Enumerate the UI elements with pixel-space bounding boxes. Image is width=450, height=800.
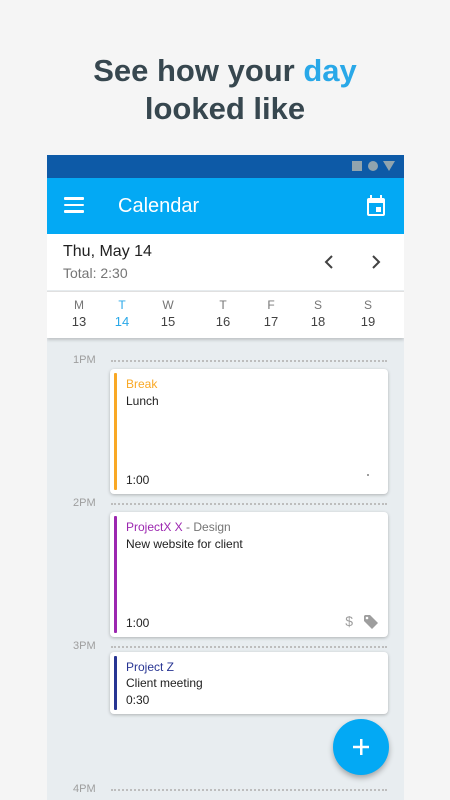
hour-divider	[111, 646, 387, 648]
hour-divider	[111, 789, 387, 791]
home-icon	[368, 161, 378, 171]
time-entry-card[interactable]: ProjectX X - Design New website for clie…	[110, 512, 388, 637]
headline-highlight: day	[303, 53, 357, 88]
week-day[interactable]: T 16	[203, 298, 243, 329]
week-day[interactable]: F 17	[251, 298, 291, 329]
headline-text: See how your	[93, 53, 304, 88]
menu-icon[interactable]	[64, 197, 84, 213]
headline: See how your day looked like	[0, 52, 450, 128]
time-entry-card[interactable]: Project Z Client meeting 0:30	[110, 652, 388, 714]
time-entry-card[interactable]: Break Lunch 1:00	[110, 369, 388, 494]
entry-description: Client meeting	[126, 676, 203, 690]
entry-description: New website for client	[126, 537, 243, 551]
add-entry-button[interactable]	[333, 719, 389, 775]
project-color-bar	[114, 373, 117, 490]
week-day[interactable]: S 19	[348, 298, 388, 329]
entry-project: Break	[126, 377, 158, 391]
entry-duration: 1:00	[126, 473, 150, 487]
week-day[interactable]: M 13	[59, 298, 99, 329]
app-title: Calendar	[118, 195, 200, 217]
tag-icon	[364, 615, 378, 629]
entry-duration: 0:30	[126, 693, 150, 707]
add-icon	[353, 739, 369, 755]
week-day-today[interactable]: T 14	[102, 298, 142, 329]
time-label: 1PM	[73, 354, 96, 366]
chevron-left-icon[interactable]	[317, 250, 341, 274]
time-label: 2PM	[73, 497, 96, 509]
dot-icon	[367, 474, 369, 476]
recents-icon	[352, 161, 362, 171]
entry-description: Lunch	[126, 394, 159, 408]
entry-project: Project Z	[126, 660, 175, 674]
selected-date: Thu, May 14	[63, 243, 152, 260]
entry-project: ProjectX X - Design	[126, 520, 231, 534]
signal-icon	[383, 161, 395, 171]
headline-line2: looked like	[144, 91, 306, 126]
calendar-icon[interactable]	[366, 195, 386, 217]
day-header: Thu, May 14 Total: 2:30	[47, 234, 404, 290]
week-day[interactable]: S 18	[298, 298, 338, 329]
dollar-icon: $	[345, 613, 353, 629]
hour-divider	[111, 360, 387, 362]
project-color-bar	[114, 516, 117, 633]
week-strip: M 13 T 14 W 15 T 16 F 17 S 18 S 19	[47, 291, 404, 338]
time-label: 3PM	[73, 640, 96, 652]
app-bar: Calendar	[47, 178, 404, 234]
entry-duration: 1:00	[126, 616, 150, 630]
chevron-right-icon[interactable]	[364, 250, 388, 274]
week-day[interactable]: W 15	[148, 298, 188, 329]
status-bar	[47, 155, 404, 178]
phone-screen: Calendar Thu, May 14 Total: 2:30 M 13 T 14…	[47, 155, 404, 800]
hour-divider	[111, 503, 387, 505]
project-color-bar	[114, 656, 117, 710]
day-total: Total: 2:30	[63, 265, 128, 281]
time-label: 4PM	[73, 783, 96, 795]
